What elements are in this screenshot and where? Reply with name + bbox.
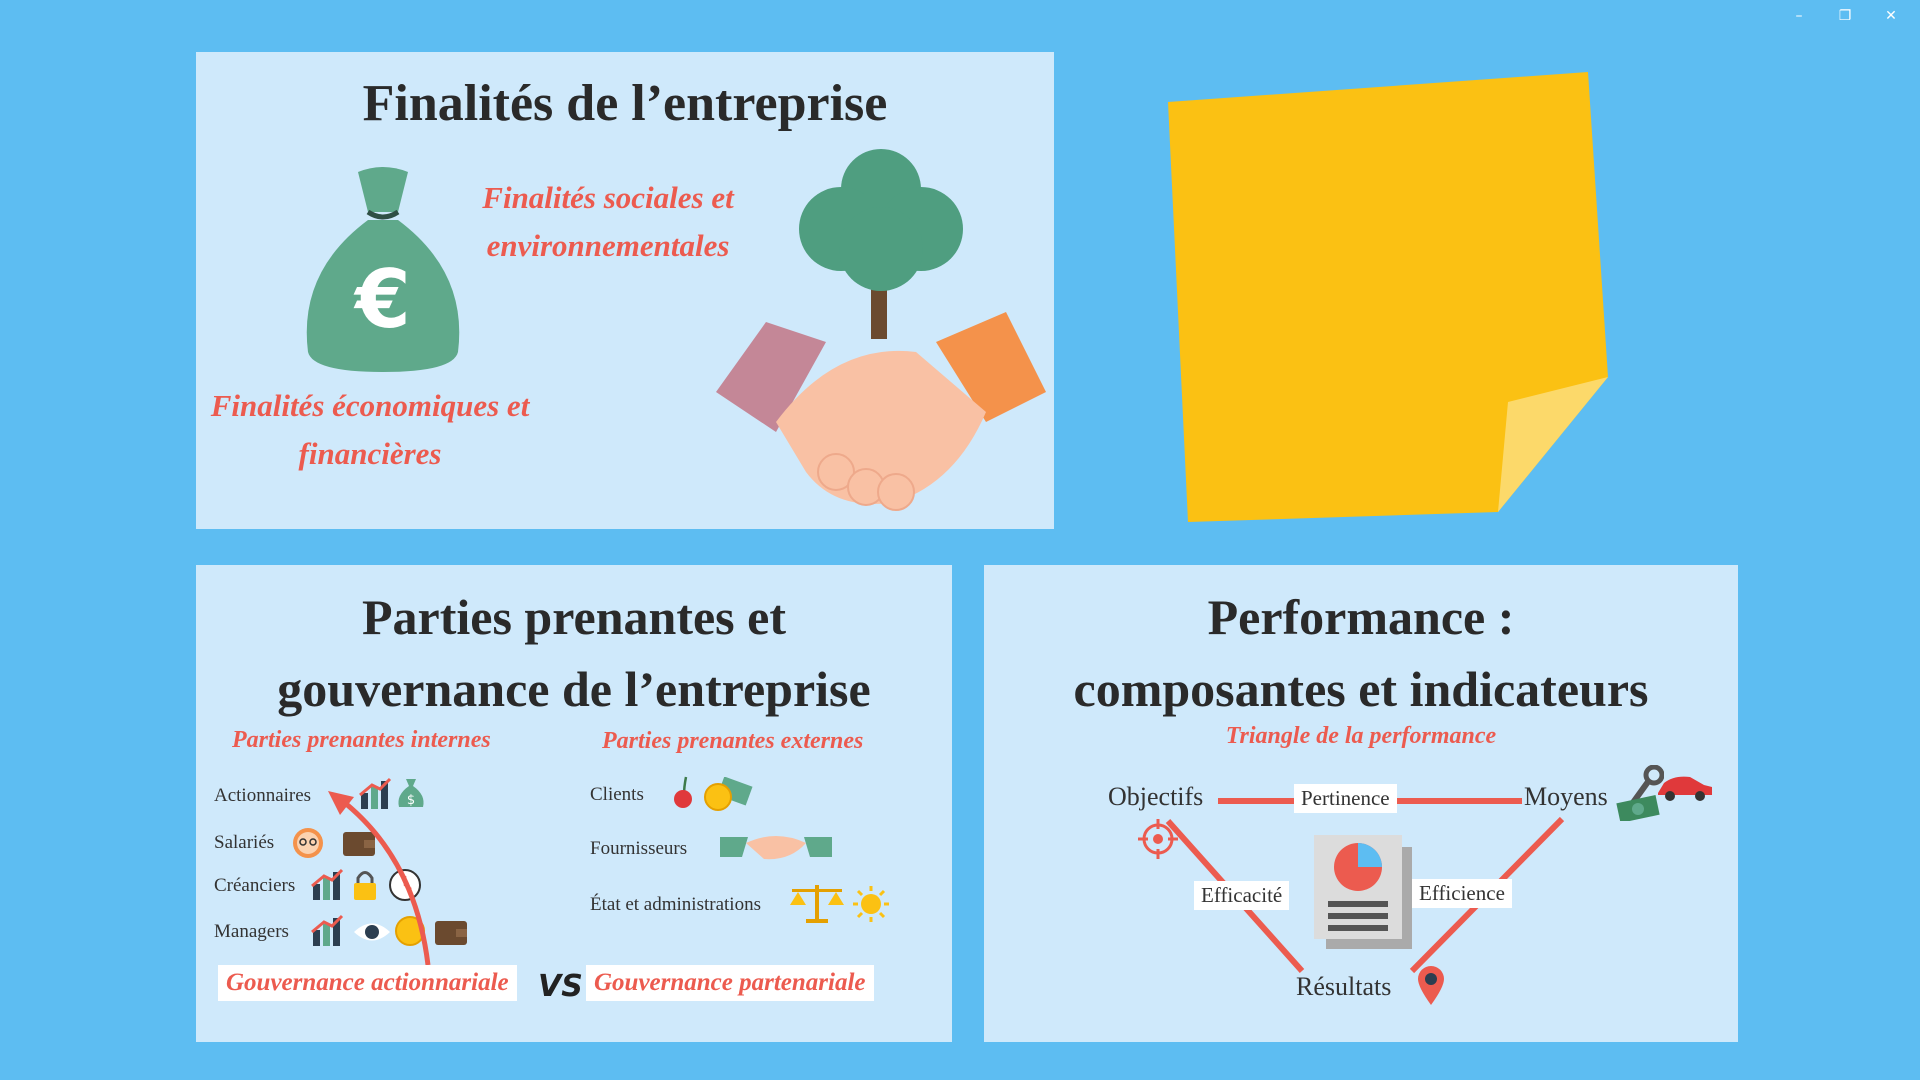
money-symbol: € xyxy=(353,253,411,346)
stake-actionnaires: Actionnaires xyxy=(214,785,312,806)
sun-icon xyxy=(853,886,889,922)
report-icon xyxy=(1314,835,1412,949)
influence-arrow xyxy=(328,791,431,966)
window-controls: – ❐ ✕ xyxy=(1784,4,1906,28)
close-button[interactable]: ✕ xyxy=(1876,4,1906,28)
externes-label: Parties prenantes externes xyxy=(602,728,864,754)
finalites-sociales-label: Finalités sociales et environnementales xyxy=(482,180,734,263)
performance-panel[interactable]: Performance : composantes et indicateurs… xyxy=(984,565,1738,1042)
internes-label: Parties prenantes internes xyxy=(232,727,491,753)
finalites-title: Finalités de l’entreprise xyxy=(362,75,888,132)
objectifs-label: Objectifs xyxy=(1108,782,1204,811)
handshake-icon xyxy=(720,836,832,860)
money-bag-icon: € xyxy=(306,167,460,372)
stake-creanciers: Créanciers xyxy=(214,875,296,896)
finalites-panel[interactable]: Finalités de l’entreprise € Finalités so… xyxy=(196,52,1054,529)
efficience-label: Efficience xyxy=(1412,879,1512,908)
target-icon xyxy=(1138,819,1178,859)
gouvernance-partenariale: Gouvernance partenariale xyxy=(586,965,874,1001)
car-icon xyxy=(1658,776,1712,801)
efficacite-label: Efficacité xyxy=(1194,881,1290,910)
sticky-note[interactable] xyxy=(1168,72,1608,522)
restore-button[interactable]: ❐ xyxy=(1830,4,1860,28)
versus-label: VS xyxy=(538,969,583,1004)
map-pin-icon xyxy=(1418,966,1444,1005)
stake-etat: État et administrations xyxy=(590,894,761,915)
stake-clients: Clients xyxy=(590,784,644,805)
pertinence-label: Pertinence xyxy=(1294,784,1397,813)
handshake-icon xyxy=(716,312,1046,511)
parties-title: Parties prenantes et gouvernance de l’en… xyxy=(277,589,871,717)
stake-fournisseurs: Fournisseurs xyxy=(590,838,688,859)
stake-managers: Managers xyxy=(214,921,289,942)
gouvernance-actionnariale: Gouvernance actionnariale xyxy=(218,965,517,1001)
moyens-label: Moyens xyxy=(1524,782,1608,811)
stake-salaries: Salariés xyxy=(214,832,275,853)
finalites-economiques-label: Finalités économiques et financières xyxy=(210,388,530,471)
cherry-icon xyxy=(674,776,692,808)
coin-icon xyxy=(704,777,753,811)
scales-icon xyxy=(790,885,844,923)
minimize-button[interactable]: – xyxy=(1784,4,1814,28)
resultats-label: Résultats xyxy=(1296,972,1392,1001)
parties-panel[interactable]: Parties prenantes et gouvernance de l’en… xyxy=(196,565,952,1042)
